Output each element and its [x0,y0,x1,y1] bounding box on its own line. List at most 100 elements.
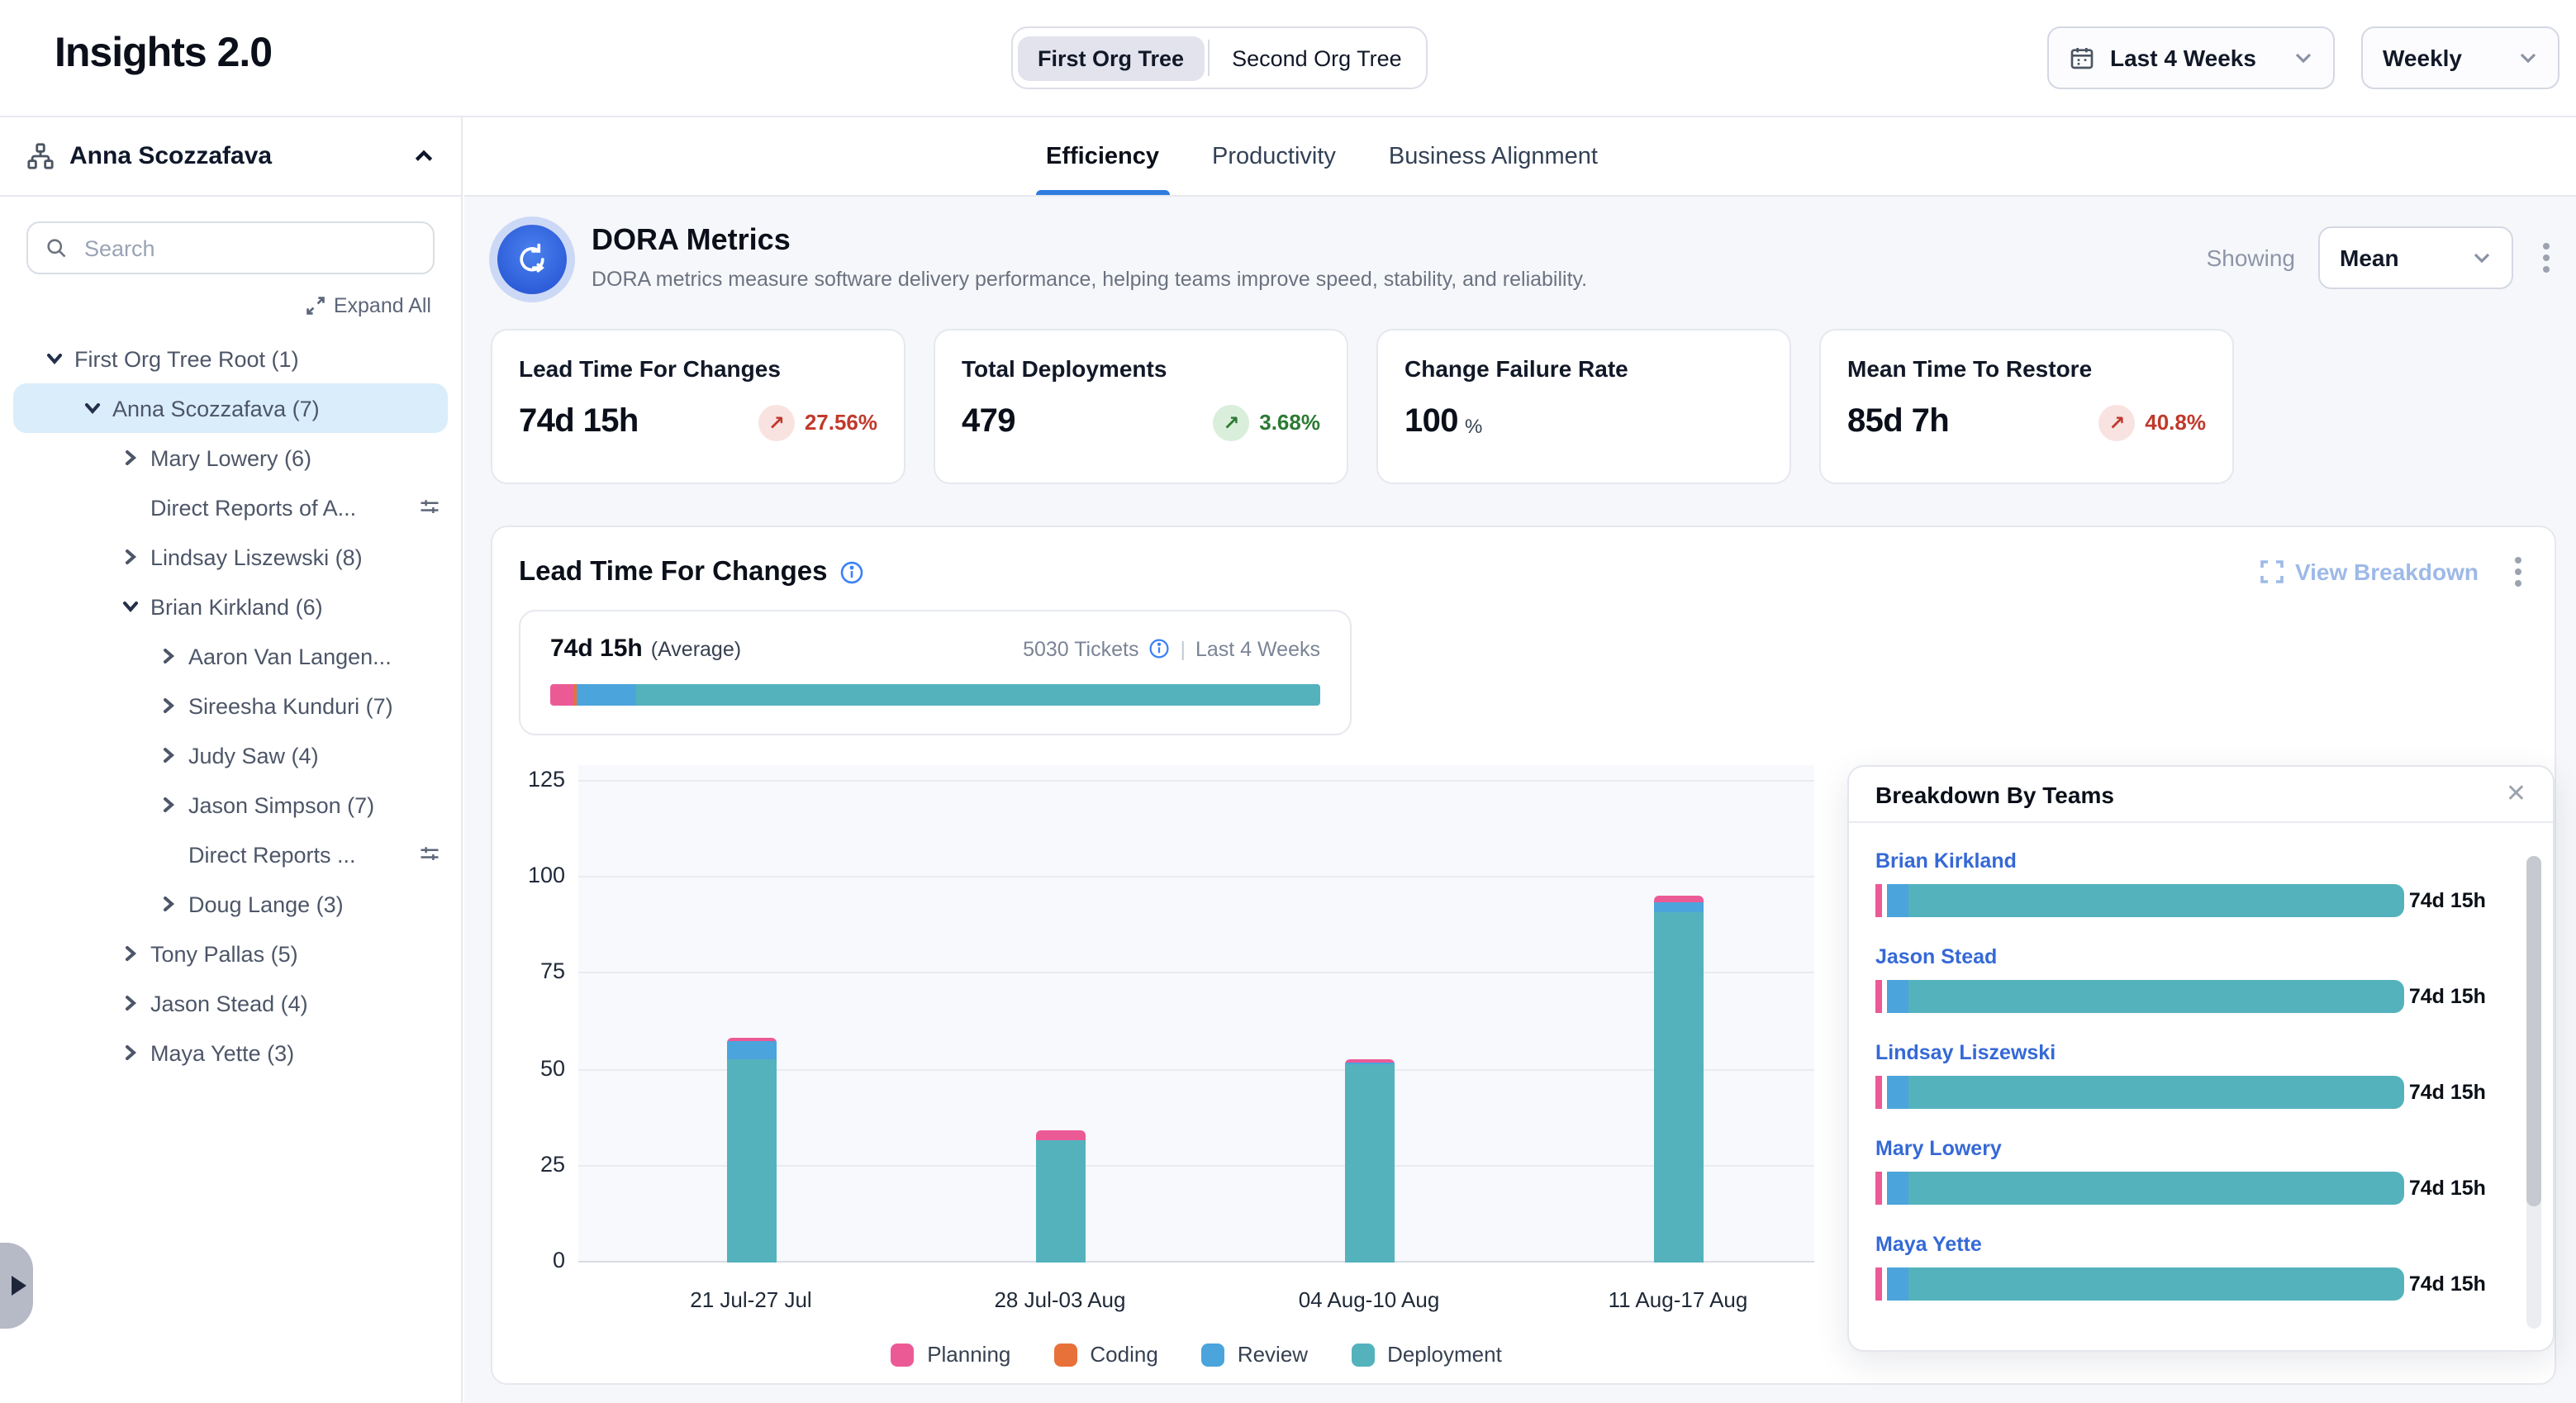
arrow-up-right-icon: ↗ [758,404,795,440]
chevron-right-icon[interactable] [117,544,144,570]
lead-time-kebab-menu[interactable] [2508,550,2528,593]
tree-item[interactable]: Jason Simpson (7) [0,780,461,830]
tree-item-label: Sireesha Kunduri (7) [188,693,393,718]
sidebar-expand-handle[interactable] [0,1243,33,1329]
bar-segment-review [1887,1172,1908,1205]
tree-item[interactable]: Judy Saw (4) [0,730,461,780]
tree-item[interactable]: Sireesha Kunduri (7) [0,681,461,730]
tree-item-label: Direct Reports of A... [150,495,356,520]
legend-item-deployment[interactable]: Deployment [1351,1342,1502,1367]
legend-item-planning[interactable]: Planning [891,1342,1010,1367]
tree-item[interactable]: Tony Pallas (5) [0,929,461,978]
main-area: Efficiency Productivity Business Alignment… [464,117,2576,1403]
tree-item[interactable]: Aaron Van Langen... [0,631,461,681]
tab-productivity[interactable]: Productivity [1202,117,1346,195]
tab-business-alignment[interactable]: Business Alignment [1379,117,1608,195]
scrollbar-track[interactable] [2526,856,2541,1329]
tree-item-label: Aaron Van Langen... [188,644,392,668]
stacked-bar [1653,895,1703,1263]
metric-title: Mean Time To Restore [1847,355,2206,382]
filter-sliders-icon[interactable] [418,496,441,519]
team-name-link[interactable]: Brian Kirkland [1875,849,2490,873]
tree-item[interactable]: Direct Reports ... [0,830,461,879]
scrollbar-thumb[interactable] [2526,856,2541,1206]
tree-item-label: Anna Scozzafava (7) [112,396,320,421]
top-bar: Insights 2.0 First Org TreeSecond Org Tr… [0,0,2576,117]
org-tree-option[interactable]: First Org Tree [1018,36,1204,80]
team-value: 74d 15h [2409,985,2486,1008]
date-range-select[interactable]: Last 4 Weeks [2047,26,2335,89]
team-name-link[interactable]: Jason Stead [1875,945,2490,968]
dora-kebab-menu[interactable] [2536,236,2556,279]
chevron-down-icon[interactable] [79,395,106,421]
info-icon[interactable] [1148,638,1170,659]
team-name-link[interactable]: Mary Lowery [1875,1137,2490,1160]
avg-segment-deployment [636,684,1320,706]
legend-item-coding[interactable]: Coding [1053,1342,1157,1367]
chevron-down-icon[interactable] [117,593,144,620]
org-tree-option[interactable]: Second Org Tree [1212,36,1422,80]
chevron-right-icon[interactable] [117,1039,144,1066]
chevron-right-icon[interactable] [155,692,182,719]
team-name-link[interactable]: Maya Yette [1875,1233,2490,1256]
dora-title: DORA Metrics [592,223,1587,258]
trend-badge: ↗27.56% [758,404,877,440]
aggregation-select[interactable]: Mean [2318,226,2513,289]
average-label: (Average) [651,637,741,660]
view-breakdown-label: View Breakdown [2295,559,2479,585]
bar-segment-planning [1875,980,1882,1013]
search-input[interactable] [81,234,416,262]
bar-segment-deployment [1908,884,2404,917]
stacked-bar-chart [578,765,1814,1263]
tree-item[interactable]: Direct Reports of A... [0,483,461,532]
tree-item[interactable]: First Org Tree Root (1) [0,334,461,383]
team-row: Mary Lowery 74d 15h [1875,1137,2490,1205]
tree-item[interactable]: Brian Kirkland (6) [0,582,461,631]
chevron-right-icon[interactable] [117,445,144,471]
info-icon[interactable] [839,559,864,584]
chevron-right-icon[interactable] [155,891,182,917]
metric-value: 479 [962,403,1015,441]
tree-item[interactable]: Anna Scozzafava (7) [13,383,448,433]
team-value: 74d 15h [2409,889,2486,912]
chevron-right-icon[interactable] [117,990,144,1016]
org-chart-icon [26,142,55,170]
y-axis-tick: 100 [492,863,565,887]
average-period: Last 4 Weeks [1195,637,1320,660]
chevron-right-icon[interactable] [155,643,182,669]
team-row: Jason Stead 74d 15h [1875,945,2490,1013]
view-breakdown-button[interactable]: View Breakdown [2260,559,2479,585]
chevron-right-icon[interactable] [155,742,182,768]
org-tree: First Org Tree Root (1) Anna Scozzafava (… [0,334,461,1077]
tree-item[interactable]: Doug Lange (3) [0,879,461,929]
calendar-icon [2069,45,2095,71]
expand-all-label: Expand All [334,294,431,317]
bar-segment-planning [1875,1076,1882,1109]
chevron-down-icon[interactable] [41,345,68,372]
chevron-right-icon[interactable] [155,792,182,818]
sidebar-collapse-chevron[interactable] [413,145,435,167]
team-value: 74d 15h [2409,1177,2486,1200]
filter-sliders-icon[interactable] [418,843,441,866]
team-value: 74d 15h [2409,1272,2486,1296]
granularity-select[interactable]: Weekly [2361,26,2559,89]
metric-card: Lead Time For Changes74d 15h↗27.56% [491,329,905,484]
page-title: Insights 2.0 [55,30,272,78]
breakdown-by-teams-panel: Breakdown By Teams ✕ Brian Kirkland74d 1… [1847,765,2555,1352]
chevron-right-icon[interactable] [117,940,144,967]
bar-segment-review [1887,884,1908,917]
team-name-link[interactable]: Lindsay Liszewski [1875,1041,2490,1064]
bar-segment-planning [1653,895,1703,902]
expand-all-button[interactable]: Expand All [0,294,431,317]
tree-item[interactable]: Mary Lowery (6) [0,433,461,483]
tab-efficiency[interactable]: Efficiency [1036,117,1169,195]
tree-item[interactable]: Maya Yette (3) [0,1028,461,1077]
tree-item[interactable]: Jason Stead (4) [0,978,461,1028]
legend-item-review[interactable]: Review [1201,1342,1308,1367]
tree-item[interactable]: Lindsay Liszewski (8) [0,532,461,582]
granularity-value: Weekly [2383,45,2503,71]
org-tree-sidebar: Anna Scozzafava Expand All First Org Tre… [0,117,463,1403]
close-icon[interactable]: ✕ [2506,782,2526,806]
metric-value: 74d 15h [519,403,639,441]
showing-label: Showing [2207,245,2295,271]
